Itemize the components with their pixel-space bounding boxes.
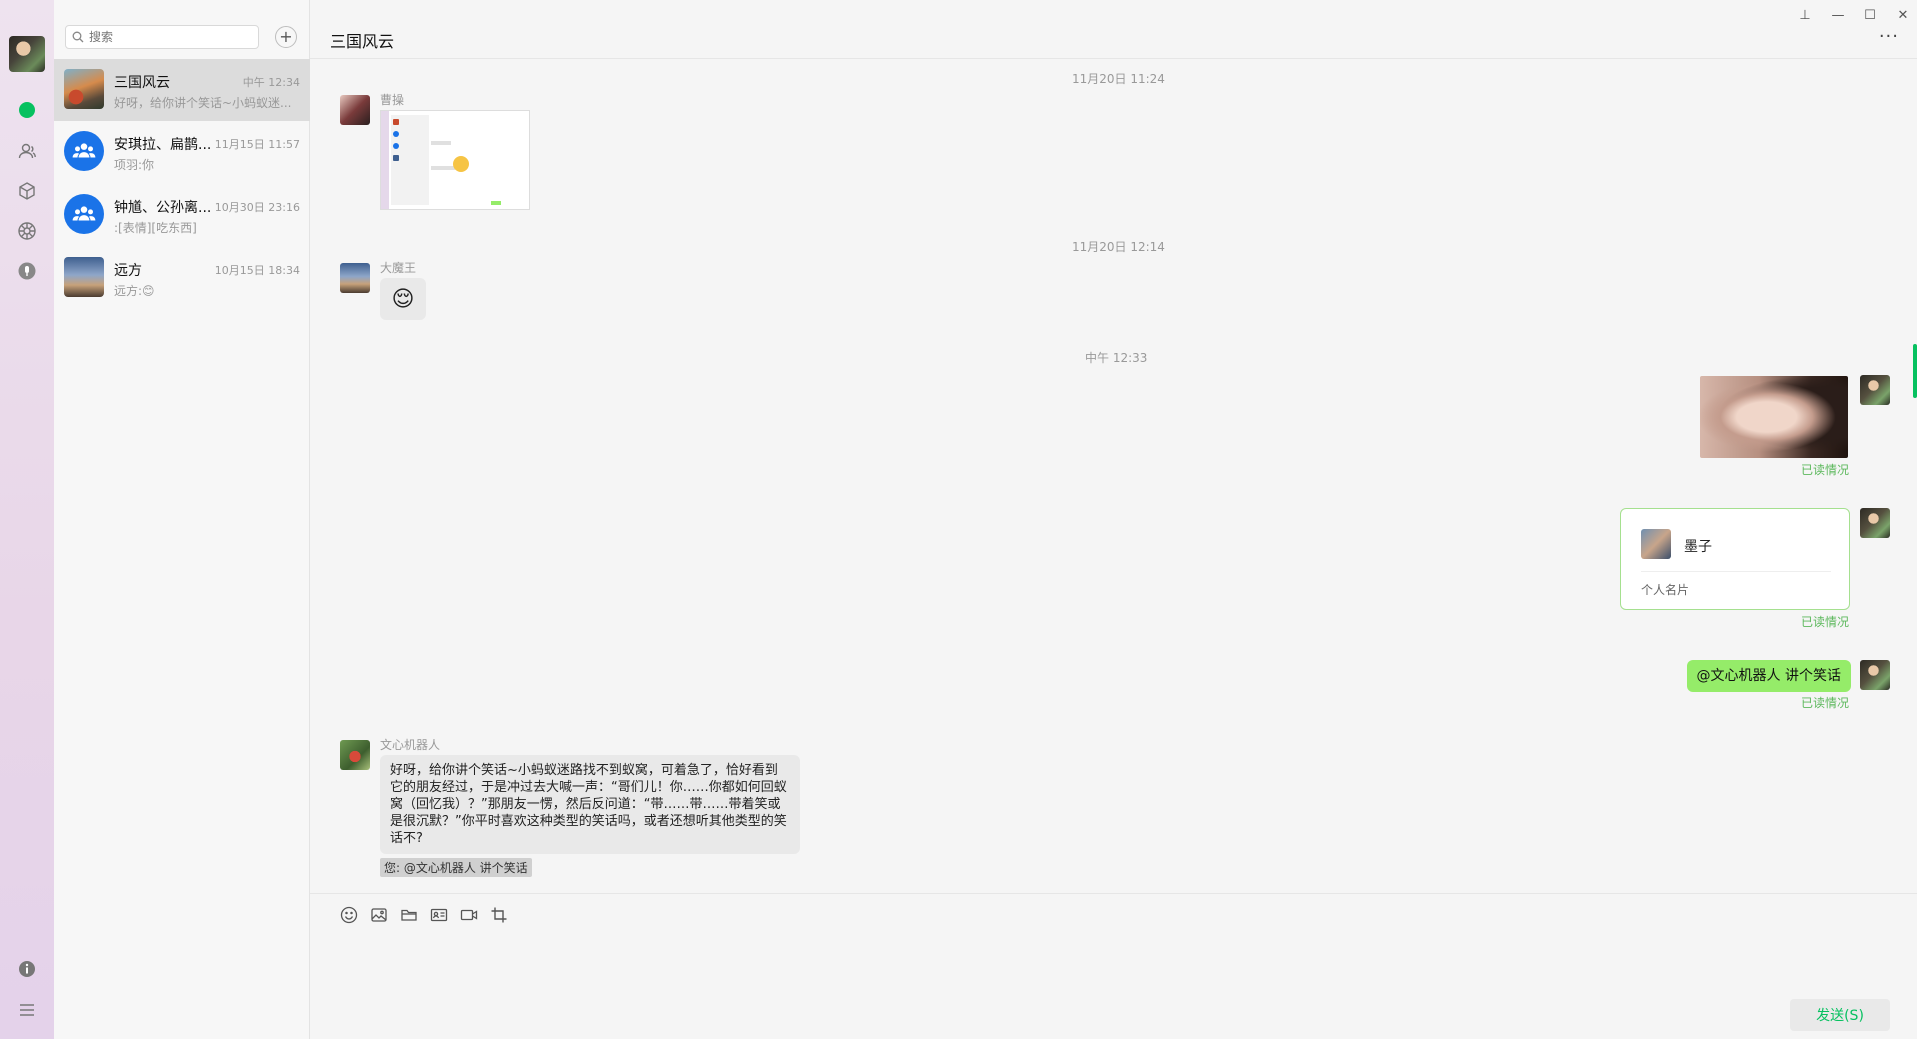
reply-message[interactable]: 好呀，给你讲个笑话~小蚂蚁迷路找不到蚁窝，可着急了，恰好看到它的朋友经过，于是冲… [380, 755, 800, 854]
conversation-name: 远方 [114, 263, 142, 279]
box-icon[interactable] [15, 179, 39, 203]
conversation-list: + 三国风云 中午 12:34 好呀，给你讲个笑话~小蚂蚁迷... 安琪拉、扁鹊… [54, 0, 310, 1039]
maximize-button[interactable]: ☐ [1860, 5, 1880, 25]
card-label: 个人名片 [1641, 583, 1690, 597]
moments-icon[interactable] [15, 219, 39, 243]
my-avatar[interactable] [9, 36, 45, 72]
conversation-item[interactable]: 三国风云 中午 12:34 好呀，给你讲个笑话~小蚂蚁迷... [54, 59, 310, 121]
contacts-icon[interactable] [15, 139, 39, 163]
conversation-preview: 远方:😊 [114, 284, 155, 298]
video-icon[interactable] [458, 904, 480, 926]
timestamp: 11月20日 11:24 [1072, 72, 1165, 86]
minimize-button[interactable]: — [1828, 5, 1848, 25]
card-name: 墨子 [1684, 539, 1712, 555]
emoji-message[interactable]: 😌 [380, 278, 426, 320]
my-avatar-small[interactable] [1860, 508, 1890, 538]
avatar[interactable] [340, 263, 370, 293]
info-icon[interactable] [15, 957, 39, 981]
conversation-time: 中午 12:34 [242, 76, 300, 89]
conversation-item[interactable]: 钟馗、公孙离... 10月30日 23:16 :[表情][吃东西] [54, 184, 310, 246]
text-message[interactable]: @文心机器人 讲个笑话 [1686, 660, 1851, 692]
sender-name: 大魔王 [380, 261, 417, 275]
conversation-item[interactable]: 远方 10月15日 18:34 远方:😊 [54, 247, 310, 309]
quote-reference[interactable]: 您: @文心机器人 讲个笑话 [380, 858, 532, 877]
search-input[interactable] [89, 30, 249, 44]
image-message[interactable] [1700, 376, 1848, 458]
left-rail [0, 0, 54, 1039]
my-avatar-small[interactable] [1860, 660, 1890, 690]
timestamp: 11月20日 12:14 [1072, 240, 1165, 254]
conversation-preview: 好呀，给你讲个笑话~小蚂蚁迷... [114, 96, 292, 110]
my-avatar-small[interactable] [1860, 375, 1890, 405]
crop-icon[interactable] [488, 904, 510, 926]
folder-icon[interactable] [398, 904, 420, 926]
sender-name: 文心机器人 [380, 738, 441, 752]
conversation-time: 10月15日 18:34 [214, 264, 300, 277]
divider [310, 58, 1917, 59]
conversation-name: 钟馗、公孙离... [114, 200, 212, 216]
group-avatar [64, 194, 104, 234]
menu-icon[interactable] [15, 998, 39, 1022]
mic-icon[interactable] [15, 259, 39, 283]
chat-panel: ⊥ — ☐ ✕ 三国风云 ··· 11月20日 11:24 曹操 11月20日 … [310, 0, 1917, 1039]
chat-title: 三国风云 [330, 32, 395, 51]
chat-icon[interactable] [15, 98, 39, 122]
pin-icon[interactable]: ⊥ [1795, 5, 1815, 25]
conversation-name: 三国风云 [114, 75, 170, 91]
conversation-item[interactable]: 安琪拉、扁鹊... 11月15日 11:57 项羽:你 [54, 121, 310, 183]
conversation-name: 安琪拉、扁鹊... [114, 137, 212, 153]
send-button[interactable]: 发送(S) [1790, 999, 1890, 1031]
image-icon[interactable] [368, 904, 390, 926]
screenshot-thumbnail[interactable] [380, 110, 530, 210]
card-avatar [1641, 529, 1671, 559]
group-icon [72, 206, 96, 221]
group-icon [72, 143, 96, 158]
search-box[interactable] [65, 25, 259, 49]
divider [1641, 571, 1831, 572]
read-status[interactable]: 已读情况 [1801, 694, 1849, 711]
search-icon [72, 31, 84, 43]
read-status[interactable]: 已读情况 [1801, 461, 1849, 478]
avatar [64, 69, 104, 109]
conversation-preview: 项羽:你 [114, 158, 155, 172]
emoji-icon[interactable] [338, 904, 360, 926]
divider [310, 893, 1917, 894]
conversation-preview: :[表情][吃东西] [114, 221, 197, 235]
contact-card[interactable]: 墨子 个人名片 [1620, 508, 1850, 610]
group-avatar [64, 131, 104, 171]
card-icon[interactable] [428, 904, 450, 926]
read-status[interactable]: 已读情况 [1801, 613, 1849, 630]
avatar[interactable] [340, 95, 370, 125]
scrollbar-thumb[interactable] [1913, 344, 1917, 398]
conversation-time: 11月15日 11:57 [214, 138, 300, 151]
sender-name: 曹操 [380, 93, 405, 107]
conversation-time: 10月30日 23:16 [214, 201, 300, 214]
more-icon[interactable]: ··· [1879, 26, 1899, 47]
sticker-icon: 😌 [391, 286, 415, 312]
avatar [64, 257, 104, 297]
timestamp: 中午 12:33 [1085, 351, 1148, 365]
close-button[interactable]: ✕ [1893, 5, 1913, 25]
avatar[interactable] [340, 740, 370, 770]
add-button[interactable]: + [275, 26, 297, 48]
